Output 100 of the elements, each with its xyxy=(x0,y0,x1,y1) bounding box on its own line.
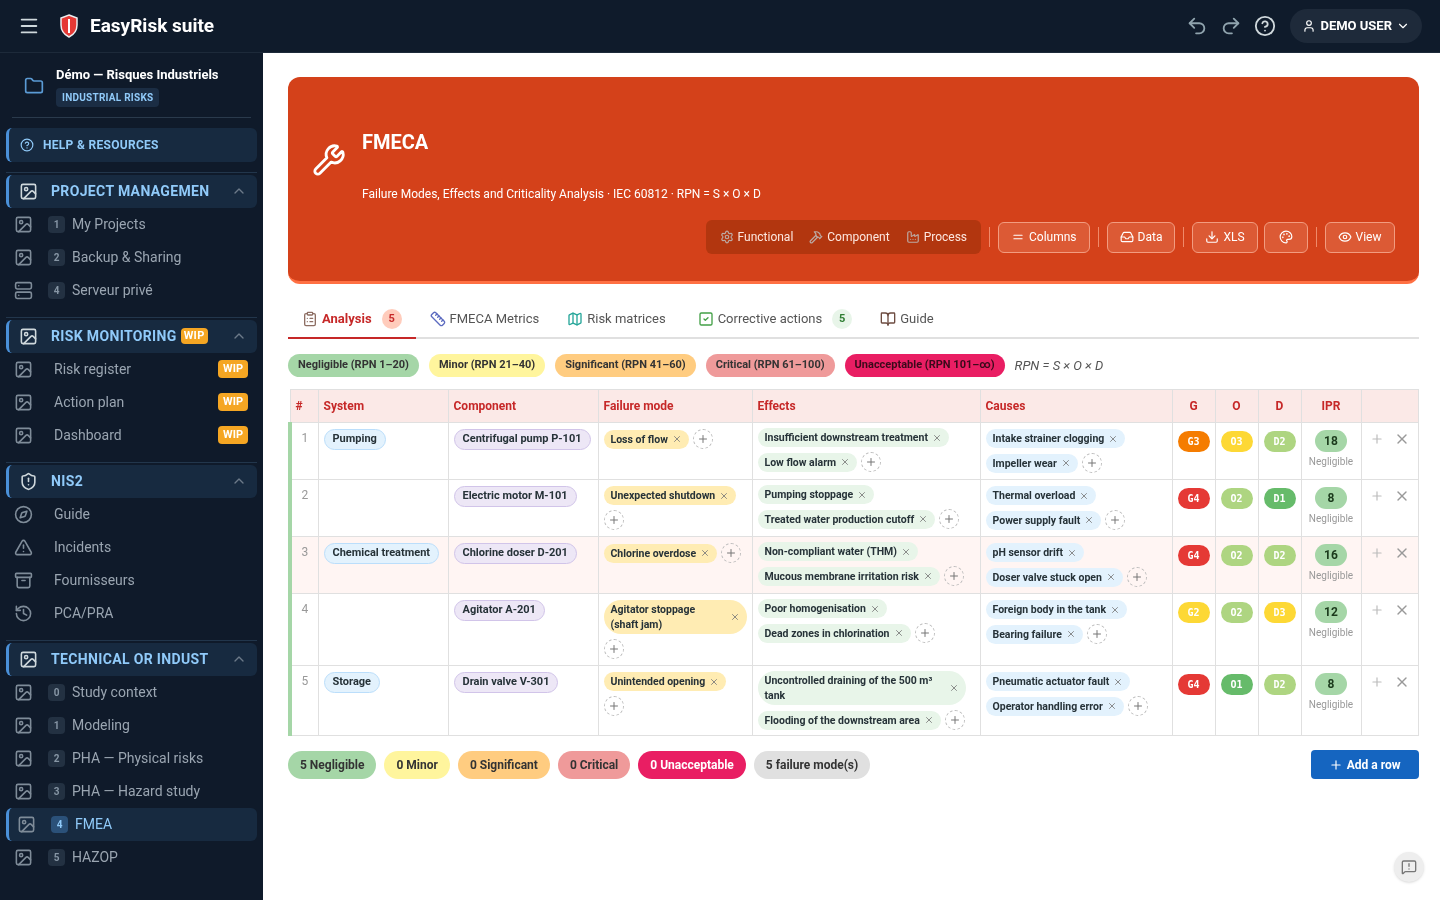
sidebar-item[interactable]: Risk register WIP xyxy=(6,352,257,386)
remove-icon[interactable] xyxy=(918,514,929,524)
sidebar-section-header[interactable]: RISK MONITORING WIP xyxy=(6,319,257,353)
image-icon xyxy=(14,781,33,801)
component-chip[interactable]: Agitator A-201 xyxy=(453,600,545,621)
user-menu-button[interactable]: DEMO USER xyxy=(1290,9,1422,43)
sidebar-section-header[interactable]: NIS2 xyxy=(6,464,257,498)
remove-icon[interactable] xyxy=(931,432,942,443)
effect-chip[interactable]: Pumping stoppage xyxy=(757,485,875,504)
effect-chip[interactable]: Mucous membrane irritation risk xyxy=(757,566,940,586)
remove-icon[interactable] xyxy=(893,628,904,638)
cause-chip[interactable]: Impeller wear xyxy=(985,453,1078,473)
palette-button[interactable] xyxy=(1263,221,1308,253)
sidebar-item[interactable]: 3 PHA — Hazard study xyxy=(6,774,257,808)
remove-icon[interactable] xyxy=(1084,515,1095,525)
remove-icon[interactable] xyxy=(1110,604,1121,615)
tab[interactable]: Corrective actions 5 xyxy=(683,301,867,339)
system-chip[interactable]: Chemical treatment xyxy=(323,543,440,564)
help-resources-button[interactable]: HELP & RESOURCES xyxy=(6,127,257,162)
component-chip[interactable]: Chlorine doser D-201 xyxy=(453,543,577,564)
sidebar-item[interactable]: 2 PHA — Physical risks xyxy=(6,741,257,775)
effect-chip[interactable]: Poor homogenisation xyxy=(757,599,887,618)
sidebar-item[interactable]: 4 FMEA xyxy=(6,807,257,841)
remove-icon[interactable] xyxy=(1060,458,1071,468)
failure-mode-chip[interactable]: Unintended opening xyxy=(603,672,727,691)
effect-chip[interactable]: Non-compliant water (THM) xyxy=(757,542,918,561)
add-row-button[interactable]: Add a row xyxy=(1310,750,1419,779)
cause-chip[interactable]: Power supply fault xyxy=(985,510,1102,530)
cause-chip[interactable]: Thermal overload xyxy=(985,486,1097,505)
remove-icon[interactable] xyxy=(869,603,880,614)
remove-icon[interactable] xyxy=(1067,547,1077,558)
effect-chip[interactable]: Insufficient downstream treatment xyxy=(757,428,949,447)
sidebar-item[interactable]: 0 Study context xyxy=(6,675,257,709)
effect-chip[interactable]: Uncontrolled draining of the 500 m³ tank xyxy=(757,671,966,705)
system-chip[interactable]: Storage xyxy=(323,672,381,693)
failure-mode-chip[interactable]: Chlorine overdose xyxy=(603,543,718,563)
sidebar-item[interactable]: 2 Backup & Sharing xyxy=(6,240,257,274)
sidebar-item[interactable]: Incidents xyxy=(6,530,257,564)
rating-badge[interactable]: G4 xyxy=(1177,674,1210,695)
toolbar-button[interactable]: Data xyxy=(1106,221,1176,253)
remove-icon[interactable] xyxy=(1105,572,1116,582)
effect-chip[interactable]: Treated water production cutoff xyxy=(757,509,936,529)
sidebar-item[interactable]: Fournisseurs xyxy=(6,563,257,597)
cause-chip[interactable]: Bearing failure xyxy=(985,624,1083,644)
sidebar-item[interactable]: 1 Modeling xyxy=(6,708,257,742)
sidebar-section-header[interactable]: TECHNICAL OR INDUST xyxy=(6,642,257,676)
remove-icon[interactable] xyxy=(857,489,868,500)
feedback-button[interactable] xyxy=(1393,852,1424,882)
sidebar-item[interactable]: 4 Serveur privé xyxy=(6,273,257,307)
failure-mode-chip[interactable]: Unexpected shutdown xyxy=(603,486,737,505)
failure-mode-chip[interactable]: Loss of flow xyxy=(603,429,689,449)
cause-chip[interactable]: pH sensor drift xyxy=(985,543,1084,562)
toolbar-button[interactable]: View xyxy=(1324,221,1395,253)
system-chip[interactable]: Pumping xyxy=(323,429,386,450)
failure-mode-chip[interactable]: Agitator stoppage (shaft jam) xyxy=(603,600,747,634)
remove-icon[interactable] xyxy=(700,548,711,558)
remove-icon[interactable] xyxy=(1106,701,1117,711)
rating-badge[interactable]: G4 xyxy=(1177,545,1210,566)
tab[interactable]: Guide xyxy=(866,301,948,339)
cause-chip[interactable]: Operator handling error xyxy=(985,696,1124,716)
remove-icon[interactable] xyxy=(900,546,911,557)
tab[interactable]: FMECA Metrics xyxy=(415,301,554,339)
rating-badge[interactable]: G4 xyxy=(1177,488,1210,509)
tab[interactable]: Risk matrices xyxy=(553,301,680,339)
remove-icon[interactable] xyxy=(671,434,682,444)
sidebar-item[interactable]: 5 HAZOP xyxy=(6,840,257,874)
remove-icon[interactable] xyxy=(709,676,720,687)
toolbar-button[interactable]: Columns xyxy=(998,221,1090,253)
cause-chip[interactable]: Doser valve stuck open xyxy=(985,567,1123,587)
remove-icon[interactable] xyxy=(719,490,730,501)
sidebar-item[interactable]: Action plan WIP xyxy=(6,385,257,419)
toolbar-button[interactable]: XLS xyxy=(1192,221,1258,253)
remove-icon[interactable] xyxy=(948,683,959,693)
cause-chip[interactable]: Intake strainer clogging xyxy=(985,429,1126,448)
remove-icon[interactable] xyxy=(923,715,934,725)
view-mode-button[interactable]: Component xyxy=(801,224,898,250)
remove-icon[interactable] xyxy=(729,612,740,622)
component-chip[interactable]: Electric motor M-101 xyxy=(453,486,577,507)
remove-icon[interactable] xyxy=(1108,433,1119,444)
remove-icon[interactable] xyxy=(1079,490,1090,501)
remove-icon[interactable] xyxy=(840,457,851,467)
effect-chip[interactable]: Flooding of the downstream area xyxy=(757,710,941,730)
view-mode-button[interactable]: Functional xyxy=(711,224,802,250)
sidebar-item[interactable]: Guide xyxy=(6,497,257,531)
remove-icon[interactable] xyxy=(922,571,933,581)
view-mode-button[interactable]: Process xyxy=(897,224,976,250)
remove-icon[interactable] xyxy=(1065,629,1076,639)
tab[interactable]: Analysis 5 xyxy=(288,301,416,339)
cause-chip[interactable]: Foreign body in the tank xyxy=(985,600,1128,619)
sidebar-item[interactable]: Dashboard WIP xyxy=(6,418,257,452)
sidebar-item[interactable]: PCA/PRA xyxy=(6,596,257,630)
cause-chip[interactable]: Pneumatic actuator fault xyxy=(985,672,1131,691)
component-chip[interactable]: Centrifugal pump P-101 xyxy=(453,429,591,450)
sidebar-item[interactable]: 1 My Projects xyxy=(6,207,257,241)
effect-chip[interactable]: Dead zones in chlorination xyxy=(757,623,911,643)
sidebar-section-header[interactable]: PROJECT MANAGEMEN xyxy=(6,174,257,208)
effect-chip[interactable]: Low flow alarm xyxy=(757,452,858,472)
help-icon[interactable] xyxy=(1254,15,1277,37)
remove-icon[interactable] xyxy=(1113,676,1124,687)
component-chip[interactable]: Drain valve V-301 xyxy=(453,672,559,693)
